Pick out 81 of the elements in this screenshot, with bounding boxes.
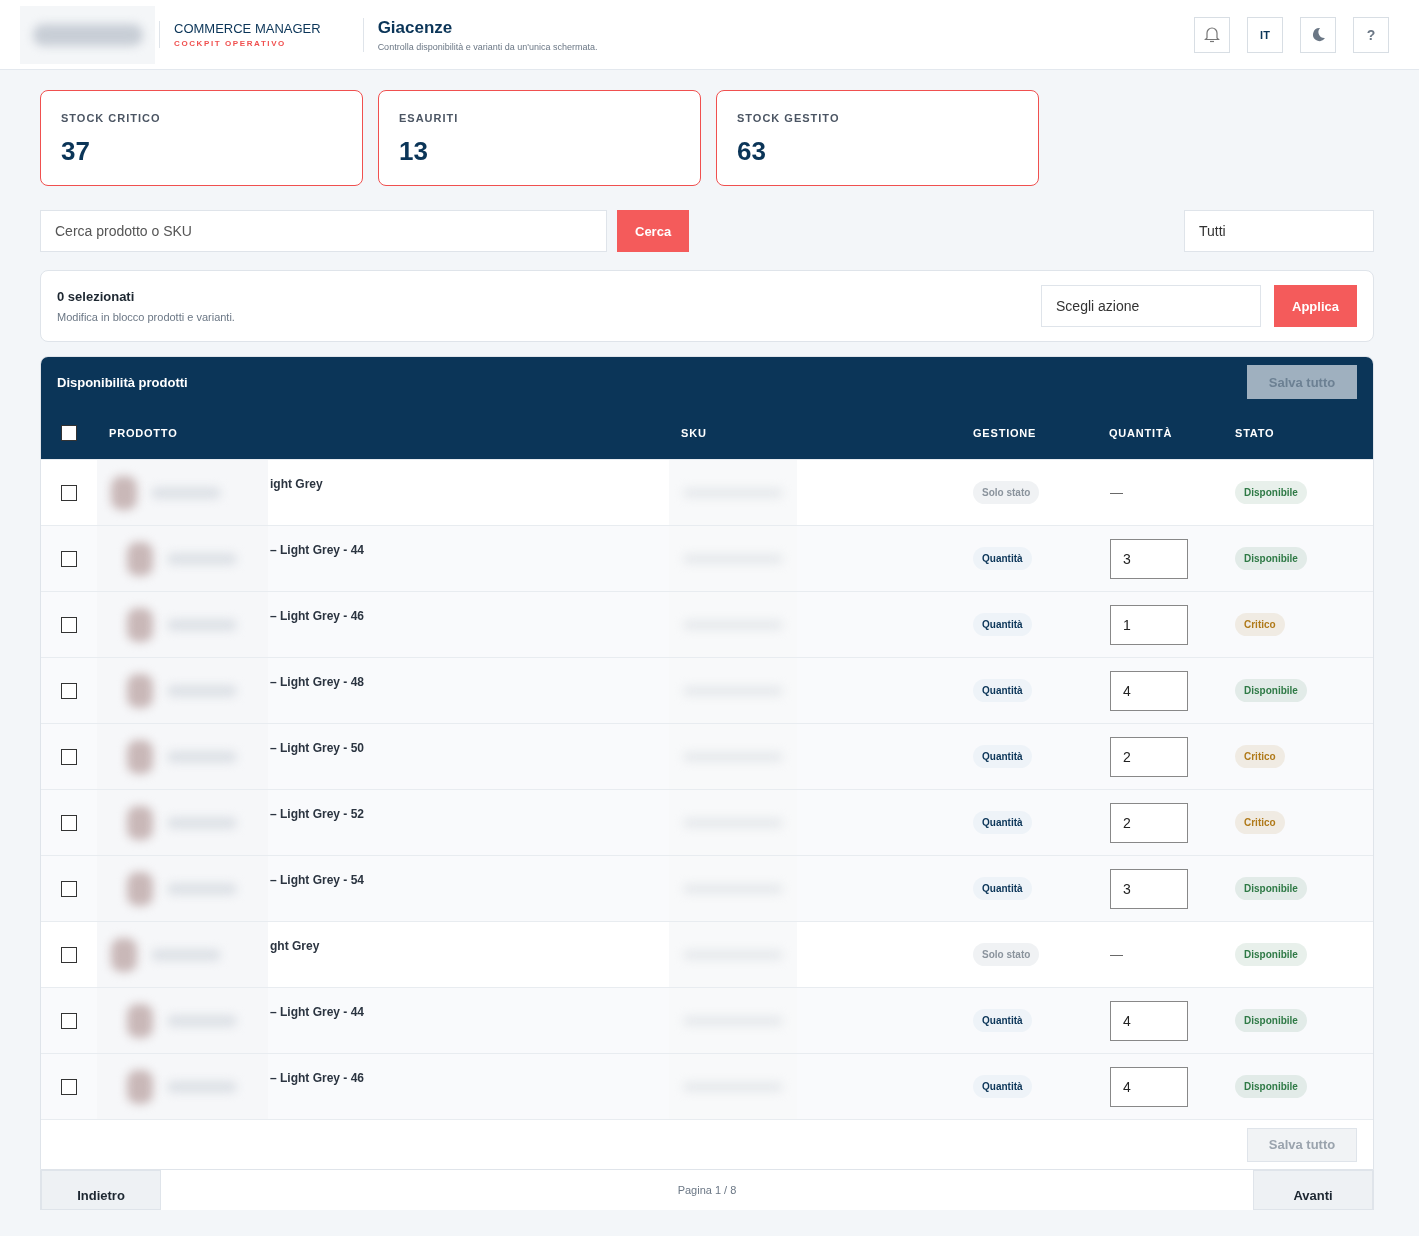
next-button[interactable]: Avanti xyxy=(1253,1170,1373,1210)
status-tag: Critico xyxy=(1235,745,1285,768)
status-tag: Critico xyxy=(1235,811,1285,834)
quantity-field[interactable]: 4 xyxy=(1110,1000,1188,1041)
stat-value: 13 xyxy=(399,136,429,167)
management-tag: Quantità xyxy=(973,811,1032,834)
bell-icon xyxy=(1204,26,1220,43)
status-tag: Disponibile xyxy=(1235,547,1307,570)
theme-button[interactable] xyxy=(1300,16,1336,53)
management-tag: Quantità xyxy=(973,1009,1032,1032)
stat-label: STOCK CRITICO xyxy=(61,112,162,124)
quantity-field[interactable]: 2 xyxy=(1110,802,1188,843)
management-tag: Quantità xyxy=(973,1075,1032,1098)
product-name: – Light Grey - 46 xyxy=(270,1071,365,1085)
product-name: ight Grey xyxy=(270,477,323,491)
status-tag: Disponibile xyxy=(1235,679,1307,702)
table-title: Disponibilità prodotti xyxy=(57,374,188,390)
select-all-checkbox[interactable] xyxy=(61,425,77,441)
management-tag: Quantità xyxy=(973,877,1032,900)
management-tag: Quantità xyxy=(973,745,1032,768)
status-tag: Disponibile xyxy=(1235,1009,1307,1032)
back-button[interactable]: Indietro xyxy=(41,1170,161,1210)
status-tag: Disponibile xyxy=(1235,1075,1307,1098)
quantity-field[interactable]: 4 xyxy=(1110,1066,1188,1107)
row-checkbox[interactable] xyxy=(61,616,77,633)
management-tag: Solo stato xyxy=(973,481,1040,504)
stat-label: ESAURITI xyxy=(399,112,460,124)
row-checkbox[interactable] xyxy=(61,946,77,963)
quantity-field[interactable]: 3 xyxy=(1110,868,1188,909)
quantity-field[interactable]: 3 xyxy=(1110,538,1188,579)
column-header: STATO xyxy=(1234,427,1276,439)
brand-subtitle: COCKPIT OPERATIVO xyxy=(174,39,287,48)
management-tag: Solo stato xyxy=(973,943,1040,966)
column-header: PRODOTTO xyxy=(108,427,179,439)
product-name: – Light Grey - 46 xyxy=(270,609,365,623)
page-title: Giacenze xyxy=(377,17,454,38)
quantity-field[interactable]: 1 xyxy=(1110,604,1188,645)
status-tag: Disponibile xyxy=(1235,943,1307,966)
notifications-button[interactable] xyxy=(1194,16,1230,53)
language-button[interactable]: IT xyxy=(1247,16,1283,53)
product-name: – Light Grey - 50 xyxy=(270,741,365,755)
row-checkbox[interactable] xyxy=(61,1078,77,1095)
stat-value: 37 xyxy=(61,136,91,167)
quantity-field[interactable]: 2 xyxy=(1110,736,1188,777)
management-tag: Quantità xyxy=(973,547,1032,570)
filter-select[interactable]: Tutti xyxy=(1184,210,1374,252)
row-checkbox[interactable] xyxy=(61,1012,77,1029)
quantity-dash: — xyxy=(1110,947,1124,962)
stat-label: STOCK GESTITO xyxy=(737,112,841,124)
product-name: – Light Grey - 44 xyxy=(270,1005,365,1019)
column-header: SKU xyxy=(680,427,708,439)
column-header: QUANTITÀ xyxy=(1108,427,1174,439)
page-indicator: Pagina 1 / 8 xyxy=(677,1184,737,1196)
product-name: – Light Grey - 54 xyxy=(270,873,365,887)
page-subtitle: Controlla disponibilità e varianti da un'unica schermata. xyxy=(377,41,598,52)
row-checkbox[interactable] xyxy=(61,484,77,501)
quantity-dash: — xyxy=(1110,485,1124,500)
row-checkbox[interactable] xyxy=(61,880,77,897)
row-checkbox[interactable] xyxy=(61,814,77,831)
product-name: – Light Grey - 52 xyxy=(270,807,365,821)
help-button[interactable]: ? xyxy=(1353,16,1389,53)
management-tag: Quantità xyxy=(973,613,1032,636)
brand-title: COMMERCE MANAGER xyxy=(174,21,321,36)
selected-count: 0 selezionati xyxy=(57,289,136,304)
search-field[interactable]: Cerca prodotto o SKU xyxy=(40,210,607,252)
product-name: – Light Grey - 48 xyxy=(270,675,365,689)
row-checkbox[interactable] xyxy=(61,550,77,567)
quantity-field[interactable]: 4 xyxy=(1110,670,1188,711)
product-name: – Light Grey - 44 xyxy=(270,543,365,557)
bulk-hint: Modifica in blocco prodotti e varianti. xyxy=(57,311,235,323)
management-tag: Quantità xyxy=(973,679,1032,702)
row-checkbox[interactable] xyxy=(61,748,77,765)
action-select[interactable]: Scegli azione xyxy=(1041,285,1262,327)
status-tag: Disponibile xyxy=(1235,877,1307,900)
moon-icon xyxy=(1310,27,1326,42)
stat-value: 63 xyxy=(737,136,767,167)
status-tag: Disponibile xyxy=(1235,481,1307,504)
column-header: GESTIONE xyxy=(972,427,1038,439)
product-name: ght Grey xyxy=(270,939,320,953)
row-checkbox[interactable] xyxy=(61,682,77,699)
status-tag: Critico xyxy=(1235,613,1285,636)
